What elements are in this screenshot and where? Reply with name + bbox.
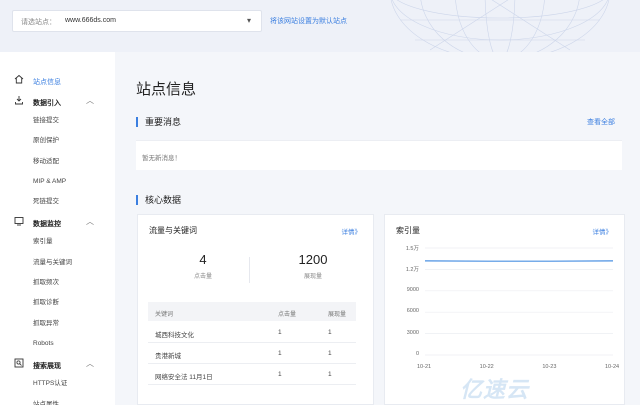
sidebar-item-link-submit[interactable]: 链接提交: [0, 111, 105, 131]
keyword-cell[interactable]: 网络安全法 11月1日: [155, 371, 213, 381]
chevron-up-icon[interactable]: ︿: [86, 358, 94, 369]
clicks-stat: 4 点击量: [153, 252, 253, 280]
y-tick-label: 9000: [406, 286, 419, 293]
sidebar-item-original-protect[interactable]: 原创保护: [0, 131, 105, 151]
sidebar-item-crawl-error[interactable]: 抓取异常: [0, 314, 105, 334]
views-label: 展现量: [303, 274, 322, 280]
sidebar-item-crawl-diagnose[interactable]: 抓取诊断: [0, 293, 105, 313]
chevron-up-icon[interactable]: ︿: [86, 216, 94, 227]
site-selector-label: 请选站点：: [21, 19, 56, 26]
sidebar-item-dead-link[interactable]: 死链提交: [0, 192, 105, 212]
col-keyword: 关键词: [155, 312, 174, 318]
x-tick-label: 10-21: [417, 364, 432, 370]
clicks-value: 4: [199, 252, 207, 267]
traffic-keywords-card: 流量与关键词 详情》 4 点击量 1200 展现量 关键词 点击量 展现量 城西…: [137, 214, 374, 405]
sidebar-item-https[interactable]: HTTPS认证: [0, 374, 105, 394]
table-row: 网络安全法 11月1日 1 1: [148, 364, 356, 385]
table-header: 关键词 点击量 展现量: [148, 302, 356, 321]
sidebar-group-label: 搜索展现: [33, 363, 61, 371]
x-tick-label: 10-22: [479, 364, 494, 370]
chevron-down-icon: ▾: [246, 16, 251, 25]
clicks-label: 点击量: [193, 274, 212, 280]
sidebar-group-data-monitor[interactable]: 数据监控 ︿: [0, 212, 105, 232]
table-row: 贵港新城 1 1: [148, 343, 356, 364]
view-all-link[interactable]: 查看全部: [587, 117, 615, 127]
sidebar-item-site-info[interactable]: 站点信息: [0, 70, 105, 90]
y-tick-label: 1.2万: [405, 267, 419, 274]
watermark-logo: 亿速云: [460, 377, 530, 402]
site-selector[interactable]: 请选站点： www.666ds.com ▾: [12, 10, 262, 32]
stat-divider: [249, 257, 250, 283]
views-cell: 1: [328, 371, 332, 378]
traffic-detail-link[interactable]: 详情》: [342, 226, 362, 236]
clicks-cell: 1: [278, 371, 282, 378]
no-message-text: 暂无新消息！: [142, 155, 181, 162]
message-box: 暂无新消息！: [136, 140, 622, 170]
sidebar-item-traffic-keywords[interactable]: 流量与关键词: [0, 253, 105, 273]
y-tick-label: 6000: [406, 308, 419, 315]
core-data-title: 核心数据: [136, 195, 181, 205]
y-tick-label: 3000: [406, 329, 419, 336]
search-display-icon: [14, 358, 24, 368]
site-selector-value: www.666ds.com: [65, 17, 116, 24]
sidebar-item-label: 站点信息: [33, 79, 61, 86]
sidebar-item-mobile-adapt[interactable]: 移动适配: [0, 152, 105, 172]
clicks-cell: 1: [278, 329, 282, 336]
clicks-cell: 1: [278, 350, 282, 357]
sidebar-item-crawl-frequency[interactable]: 抓取频次: [0, 273, 105, 293]
globe-decoration: [390, 0, 610, 52]
important-messages-title: 重要消息: [136, 117, 181, 127]
sidebar-group-data-import[interactable]: 数据引入 ︿: [0, 91, 105, 111]
views-value: 1200: [298, 252, 328, 267]
data-import-icon: [15, 96, 23, 105]
top-header: 请选站点： www.666ds.com ▾ 将该网站设置为默认站点: [0, 0, 640, 52]
x-tick-label: 10-24: [605, 364, 620, 370]
sidebar-item-robots[interactable]: Robots: [0, 334, 105, 354]
chevron-up-icon[interactable]: ︿: [86, 95, 94, 106]
sidebar-nav: 站点信息 数据引入 ︿ 链接提交 原创保护 移动适配 MIP & AMP 死链提…: [0, 70, 105, 405]
views-cell: 1: [328, 350, 332, 357]
keyword-cell[interactable]: 城西科技文化: [155, 329, 194, 339]
card-title: 流量与关键词: [149, 226, 197, 235]
sidebar-item-mip-amp[interactable]: MIP & AMP: [0, 172, 105, 192]
col-views: 展现量: [328, 312, 347, 318]
y-tick-label: 1.5万: [405, 246, 419, 252]
main-content: 站点信息 重要消息 查看全部 暂无新消息！ 核心数据 流量与关键词 详情》 4 …: [115, 52, 640, 405]
sidebar-item-index[interactable]: 索引量: [0, 232, 105, 252]
views-stat: 1200 展现量: [263, 252, 363, 280]
col-clicks: 点击量: [278, 312, 297, 318]
sidebar-item-site-property[interactable]: 站点属性: [0, 395, 105, 405]
x-tick-label: 10-23: [542, 364, 557, 370]
sidebar-group-label: 数据监控: [33, 221, 61, 229]
sidebar-group-label: 数据引入: [33, 100, 61, 107]
set-default-site-link[interactable]: 将该网站设置为默认站点: [270, 16, 347, 26]
sidebar-group-search-display[interactable]: 搜索展现 ︿: [0, 354, 105, 374]
keyword-cell[interactable]: 贵港新城: [155, 350, 181, 360]
table-row: 城西科技文化 1 1: [148, 322, 356, 343]
y-tick-label: 0: [415, 351, 419, 357]
data-monitor-icon: [14, 217, 24, 226]
page-title: 站点信息: [136, 81, 197, 98]
home-icon: [14, 74, 24, 84]
views-cell: 1: [328, 329, 332, 336]
